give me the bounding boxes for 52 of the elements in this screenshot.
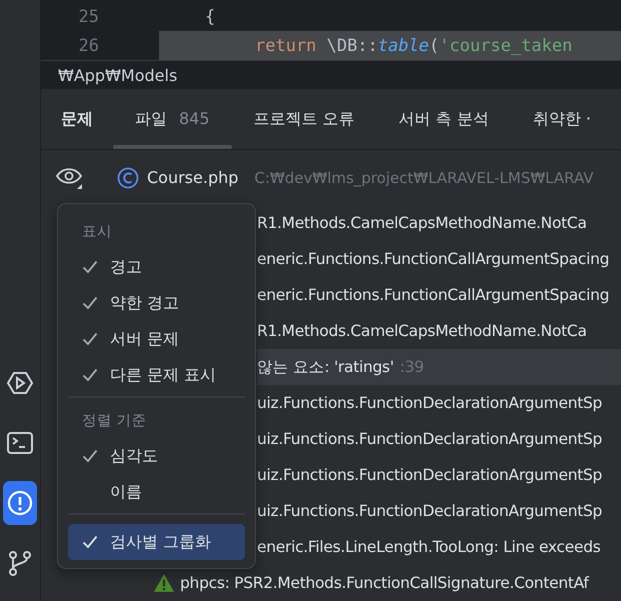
sidebar-button[interactable] [3, 481, 37, 525]
problem-text: uiz.Functions.FunctionDeclarationArgumentSp [257, 502, 602, 520]
problem-row[interactable]: uiz.Functions.FunctionDeclarationArgumentSp [257, 385, 621, 421]
warning-icon [154, 574, 174, 592]
warning-circle-icon [7, 490, 33, 516]
problem-row[interactable]: R1.Methods.CamelCapsMethodName.NotCa [257, 205, 621, 241]
panel-title: 문제 [60, 108, 94, 130]
problem-text: phpcs: PSR2.Methods.FunctionCallSignature.ContentAf [180, 574, 589, 592]
class-icon [117, 166, 139, 188]
menu-item[interactable]: 경고 [68, 249, 245, 285]
problem-row[interactable]: uiz.Functions.FunctionDeclarationArgumentSp [257, 493, 621, 529]
problem-text: eneric.Functions.FunctionCallArgumentSpacing [257, 250, 610, 268]
menu-item[interactable]: 다른 문제 표시 [68, 357, 245, 393]
terminal-icon [7, 432, 33, 454]
problem-row[interactable]: 않는 요소: 'ratings' :39 [257, 349, 621, 385]
line-number: :39 [400, 358, 424, 376]
problem-row[interactable]: eneric.Functions.FunctionCallArgumentSpacing [257, 277, 621, 313]
problem-row[interactable]: uiz.Functions.FunctionDeclarationArgumentSp [257, 421, 621, 457]
line-number: 25 [78, 6, 100, 26]
code-line: { [204, 6, 216, 26]
menu-item[interactable]: 검사별 그룹화 [68, 524, 245, 560]
line-number: 26 [78, 36, 100, 56]
problem-row[interactable]: eneric.Functions.FunctionCallArgumentSpacing [257, 241, 621, 277]
problem-row[interactable]: R1.Methods.CamelCapsMethodName.NotCa [257, 313, 621, 349]
branch-icon [8, 550, 32, 576]
menu-header: 표시 [81, 223, 113, 242]
problem-row[interactable]: eneric.Files.LineLength.TooLong: Line exceeds [257, 529, 621, 565]
problem-text: eneric.Functions.FunctionCallArgumentSpacing [257, 286, 610, 304]
menu-header: 정렬 기준 [81, 412, 148, 431]
problem-text: 않는 요소: 'ratings' [257, 356, 394, 378]
menu-item[interactable]: 심각도 [68, 438, 245, 474]
menu-item[interactable]: 이름 [68, 474, 245, 510]
file-path: C:₩dev₩lms_project₩LARAVEL-LMS₩LARAV [254, 168, 594, 186]
tab[interactable]: 파일 845 [113, 89, 232, 149]
problem-row[interactable]: uiz.Functions.FunctionDeclarationArgumentSp [257, 457, 621, 493]
problem-text: uiz.Functions.FunctionDeclarationArgumentSp [257, 394, 602, 412]
code-line: return \DB::table('course_taken [254, 36, 572, 56]
problem-text: uiz.Functions.FunctionDeclarationArgumentSp [257, 430, 602, 448]
breadcrumb: ₩App₩Models [58, 66, 178, 84]
problem-text: eneric.Files.LineLength.TooLong: Line exceeds [257, 538, 601, 556]
run-icon [7, 370, 33, 396]
tab[interactable]: 서버 측 분석 [376, 89, 511, 149]
problem-text: uiz.Functions.FunctionDeclarationArgumentSp [257, 466, 602, 484]
menu-item[interactable]: 서버 문제 [68, 321, 245, 357]
file-name: Course.php [147, 168, 238, 187]
tab[interactable]: 프로젝트 오류 [232, 89, 377, 149]
tab[interactable]: 취약한 · [510, 89, 613, 149]
problem-text: R1.Methods.CamelCapsMethodName.NotCa [257, 322, 587, 340]
problem-row[interactable]: phpcs: PSR2.Methods.FunctionCallSignature.ContentAf [154, 565, 621, 601]
menu-item[interactable]: 약한 경고 [68, 285, 245, 321]
problem-text: R1.Methods.CamelCapsMethodName.NotCa [257, 214, 587, 232]
eye-icon[interactable] [55, 166, 83, 188]
